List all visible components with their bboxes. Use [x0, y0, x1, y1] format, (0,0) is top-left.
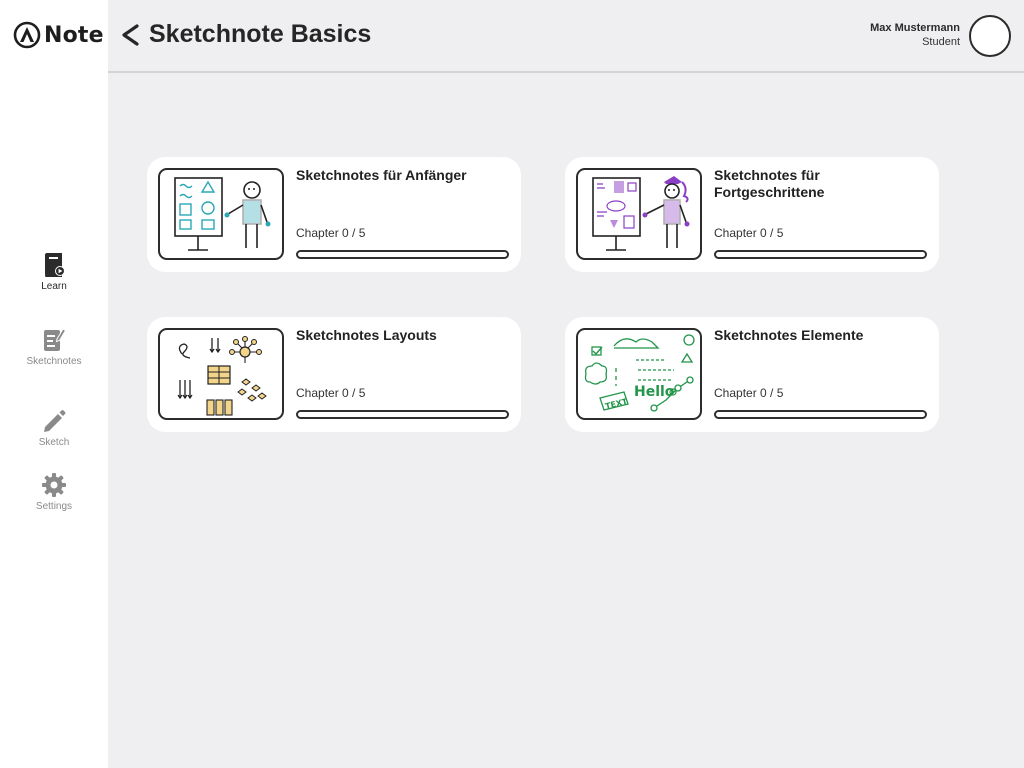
app-logo-icon: [13, 21, 41, 49]
elements-illustration-icon: Hello TEXT: [584, 334, 695, 412]
course-chapter: Chapter 0 / 5: [714, 226, 784, 240]
course-thumbnail: Hello TEXT: [576, 328, 702, 420]
app-name: Note: [44, 22, 104, 48]
course-card-layouts[interactable]: Sketchnotes Layouts Chapter 0 / 5: [147, 317, 521, 432]
course-progress-bar: [714, 410, 927, 419]
course-progress-bar: [296, 410, 509, 419]
avatar[interactable]: [969, 15, 1011, 57]
course-card-elements[interactable]: Hello TEXT Sketchnotes Elemente Chapter …: [565, 317, 939, 432]
course-card-beginners[interactable]: Sketchnotes für Anfänger Chapter 0 / 5: [147, 157, 521, 272]
sidebar-item-label: Sketchnotes: [26, 356, 82, 367]
course-card-advanced[interactable]: Sketchnotes für Fortgeschrittene Chapter…: [565, 157, 939, 272]
user-name: Max Mustermann: [870, 22, 960, 34]
course-chapter: Chapter 0 / 5: [296, 226, 366, 240]
course-title: Sketchnotes Elemente: [714, 327, 864, 343]
course-thumbnail: [158, 168, 284, 260]
course-title: Sketchnotes für Anfänger: [296, 167, 467, 183]
course-progress-bar: [714, 250, 927, 259]
sketchnotes-icon: [44, 328, 66, 351]
course-chapter: Chapter 0 / 5: [714, 386, 784, 400]
layouts-illustration-icon: [177, 336, 267, 416]
sidebar-item-learn[interactable]: Learn: [0, 252, 108, 292]
header: Sketchnote Basics Max Mustermann Student: [108, 0, 1024, 73]
sidebar: Note Learn Sketchnotes Sketch Settings: [0, 0, 108, 768]
user-role: Student: [922, 36, 960, 48]
svg-text:TEXT: TEXT: [604, 397, 629, 411]
sidebar-item-label: Sketch: [38, 437, 70, 448]
presentation-illustration-icon: [174, 177, 271, 251]
course-thumbnail: [158, 328, 284, 420]
course-thumbnail: [576, 168, 702, 260]
course-title: Sketchnotes Layouts: [296, 327, 437, 343]
sidebar-item-settings[interactable]: Settings: [0, 472, 108, 512]
sidebar-item-label: Learn: [41, 281, 67, 292]
pencil-icon: [44, 410, 66, 432]
app-logo[interactable]: Note: [13, 21, 104, 49]
learn-book-icon: [45, 253, 65, 277]
course-title: Sketchnotes für Fortgeschrittene: [714, 167, 825, 200]
course-chapter: Chapter 0 / 5: [296, 386, 366, 400]
sidebar-item-sketchnotes[interactable]: Sketchnotes: [0, 327, 108, 367]
sidebar-item-label: Settings: [35, 501, 73, 512]
sidebar-item-sketch[interactable]: Sketch: [0, 408, 108, 448]
page-title: Sketchnote Basics: [149, 20, 372, 48]
presentation-illustration-icon: [592, 176, 690, 251]
gear-icon: [42, 473, 66, 497]
course-progress-bar: [296, 250, 509, 259]
chevron-left-icon[interactable]: [118, 22, 142, 48]
